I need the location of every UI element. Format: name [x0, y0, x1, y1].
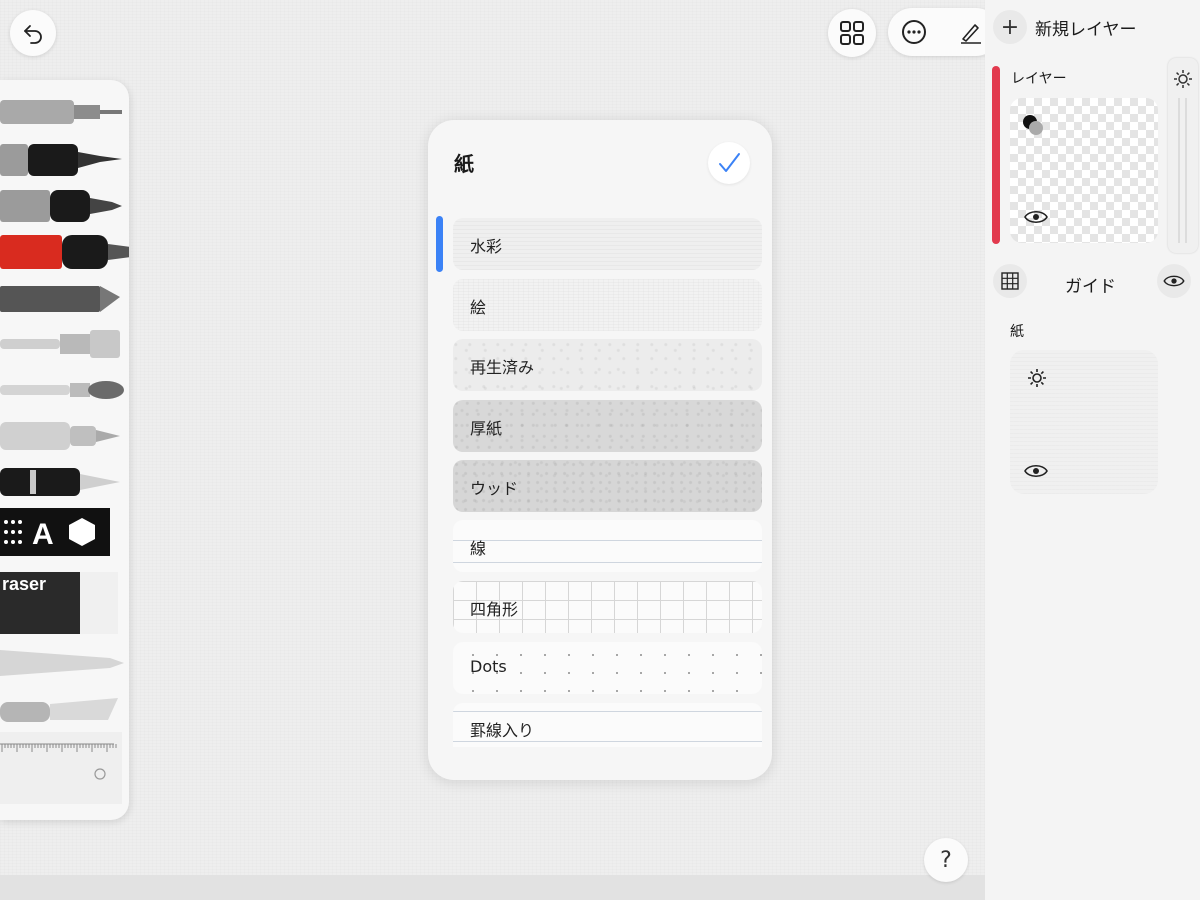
grid-icon	[840, 21, 864, 45]
paper-option-squares[interactable]: 四角形	[453, 581, 762, 633]
help-label: ?	[940, 847, 952, 873]
tool-fineliner[interactable]	[0, 140, 129, 180]
pen-sign-icon	[961, 24, 981, 44]
pastel-icon	[0, 286, 120, 312]
confirm-button[interactable]	[708, 142, 750, 184]
paper-panel-title: 紙	[454, 152, 474, 176]
active-layer-indicator	[992, 66, 1000, 244]
paper-option-label: Dots	[470, 657, 507, 676]
tool-ruler[interactable]	[0, 732, 129, 806]
paper-option-label: 再生済み	[470, 358, 535, 377]
round-brush-icon	[0, 381, 124, 399]
marker-icon	[0, 190, 122, 222]
tool-flat-brush[interactable]	[0, 324, 129, 364]
canvas-bottom-strip	[0, 875, 985, 900]
checkmark-icon	[719, 153, 740, 172]
paper-option-lines[interactable]: 線	[453, 520, 762, 572]
paper-layer-label: 紙	[1010, 324, 1024, 340]
rule-line	[453, 540, 762, 541]
ellipsis-icon	[902, 20, 926, 44]
guide-label: ガイド	[1065, 277, 1116, 297]
layer-opacity-slider[interactable]	[1168, 58, 1198, 253]
tool-pastel[interactable]	[0, 278, 129, 318]
sign-button[interactable]	[950, 10, 990, 54]
tool-rail: A raser	[0, 80, 129, 820]
new-layer-label: 新規レイヤー	[1035, 19, 1137, 40]
guide-visibility-button[interactable]	[1157, 264, 1191, 298]
help-button[interactable]: ?	[924, 838, 968, 882]
undo-button[interactable]	[10, 10, 56, 56]
paper-option-label: ウッド	[470, 479, 519, 498]
settings-gear-icon[interactable]	[1172, 68, 1194, 90]
tool-round-brush[interactable]	[0, 370, 129, 410]
eraser-label: raser	[2, 574, 47, 594]
paper-option-label: 四角形	[470, 600, 519, 619]
paper-layer-card[interactable]	[1010, 350, 1158, 494]
blend-mode-icon	[1023, 115, 1043, 135]
paper-option-label: 厚紙	[470, 419, 503, 438]
tool-marker[interactable]	[0, 186, 129, 226]
technical-pen-icon	[0, 100, 122, 124]
tool-fountain-pen-black[interactable]	[0, 462, 129, 502]
paper-option-wood[interactable]: ウッド	[453, 460, 762, 512]
gallery-button[interactable]	[828, 9, 876, 57]
paper-option-label: 罫線入り	[470, 721, 535, 740]
tool-technical-pen[interactable]	[0, 94, 129, 134]
paper-option-watercolor[interactable]: 水彩	[453, 218, 762, 270]
rule-line	[453, 711, 762, 712]
tool-eraser[interactable]: raser	[0, 572, 129, 634]
slider-track	[1178, 98, 1187, 243]
svg-text:A: A	[32, 518, 54, 551]
text-shapes-icon: A	[0, 508, 110, 556]
grid-lines-icon	[1001, 272, 1019, 290]
cutter-icon	[0, 698, 118, 722]
rule-line	[453, 741, 762, 742]
eye-icon[interactable]	[1024, 462, 1048, 480]
new-layer-button[interactable]: + 新規レイヤー	[993, 10, 1137, 44]
layer-thumbnail[interactable]	[1010, 98, 1158, 243]
undo-arrow-icon	[24, 25, 42, 44]
selection-indicator	[436, 216, 443, 272]
blender-icon	[0, 650, 124, 676]
more-button[interactable]	[892, 10, 936, 54]
tool-brush-pen[interactable]	[0, 232, 129, 272]
ruler-icon	[0, 732, 122, 804]
paper-option-label: 線	[470, 539, 487, 558]
brush-pen-icon	[0, 235, 129, 269]
flat-brush-icon	[0, 330, 120, 358]
tool-text-shapes[interactable]: A	[0, 508, 129, 556]
layer-title: レイヤー	[1011, 71, 1067, 87]
tool-fountain-pen-silver[interactable]	[0, 416, 129, 456]
guide-grid-button[interactable]	[993, 264, 1027, 298]
paper-option-label: 絵	[470, 298, 487, 317]
eye-icon[interactable]	[1024, 208, 1048, 226]
paper-option-dots[interactable]: Dots	[453, 642, 762, 694]
paper-option-thick[interactable]: 厚紙	[453, 400, 762, 452]
plus-icon: +	[993, 10, 1027, 44]
paper-option-ruled[interactable]: 罫線入り	[453, 703, 762, 747]
paper-option-art[interactable]: 絵	[453, 279, 762, 331]
paper-option-label: 水彩	[470, 237, 503, 256]
guide-row: ガイド	[993, 264, 1193, 300]
fineliner-icon	[0, 144, 122, 176]
settings-gear-icon[interactable]	[1026, 367, 1048, 389]
tool-blender[interactable]	[0, 646, 129, 680]
paper-picker-panel: 紙 水彩 絵 再生済み 厚紙 ウッド 線 四角形 Dots 罫線入り	[428, 120, 772, 780]
rule-line	[453, 562, 762, 563]
eye-icon	[1163, 275, 1185, 287]
tool-cutter[interactable]	[0, 694, 129, 728]
fountain-pen-black-icon	[0, 468, 120, 496]
paper-option-recycled[interactable]: 再生済み	[453, 339, 762, 391]
fountain-pen-silver-icon	[0, 422, 120, 450]
